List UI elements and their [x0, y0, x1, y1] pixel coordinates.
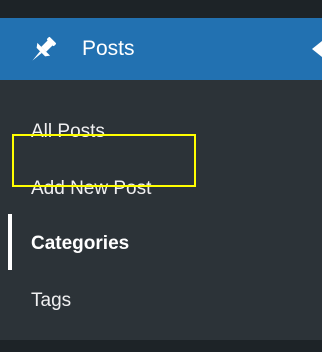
current-item-indicator [8, 214, 12, 270]
current-menu-arrow-icon [312, 41, 322, 57]
posts-submenu: All Posts Add New Post Categories Tags [0, 80, 322, 340]
sidebar-bottom-edge [0, 340, 322, 352]
menu-title: Posts [82, 37, 135, 60]
highlight-box [12, 134, 196, 187]
submenu-item-categories[interactable]: Categories [31, 232, 129, 256]
menu-item-posts[interactable]: Posts [0, 18, 322, 80]
sidebar-top-edge [0, 0, 322, 18]
submenu-item-tags[interactable]: Tags [31, 289, 71, 313]
pushpin-icon [26, 33, 60, 67]
admin-sidebar-crop: Posts All Posts Add New Post Categories … [0, 0, 322, 352]
